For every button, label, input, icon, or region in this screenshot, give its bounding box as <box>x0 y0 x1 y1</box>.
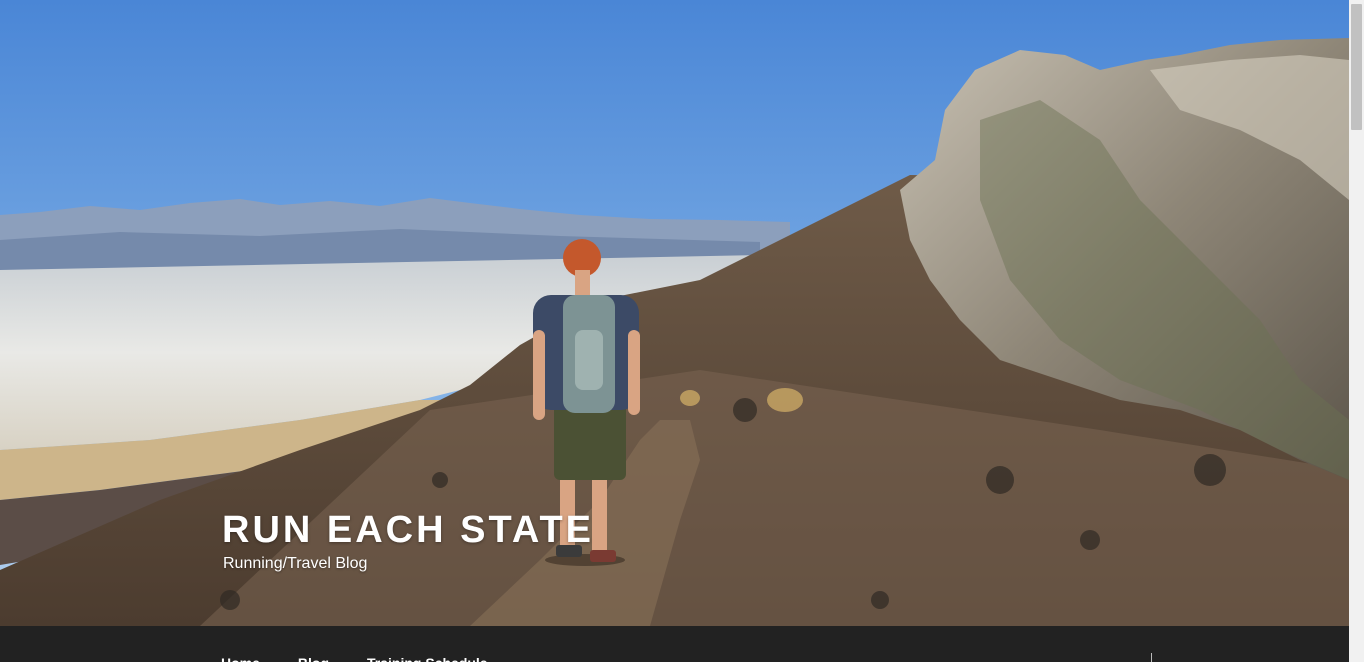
page: RUN EACH STATE Running/Travel Blog Home … <box>0 0 1364 662</box>
scroll-down-icon[interactable] <box>1151 653 1152 662</box>
site-header: RUN EACH STATE Running/Travel Blog <box>0 0 1349 626</box>
nav-menu: Home Blog Training Schedule <box>221 653 526 662</box>
scrollbar-thumb[interactable] <box>1351 4 1362 130</box>
site-title[interactable]: RUN EACH STATE <box>222 508 594 552</box>
nav-item-training-schedule: Training Schedule <box>367 653 526 662</box>
header-image <box>0 0 1349 626</box>
nav-item-blog: Blog <box>298 653 367 662</box>
nav-link-training-schedule[interactable]: Training Schedule <box>367 653 526 662</box>
nav-link-home[interactable]: Home <box>221 653 298 662</box>
nav-link-blog[interactable]: Blog <box>298 653 367 662</box>
nav-item-home: Home <box>221 653 298 662</box>
site-branding: RUN EACH STATE Running/Travel Blog <box>222 508 594 574</box>
page-scrollbar[interactable] <box>1349 0 1364 662</box>
site-description: Running/Travel Blog <box>223 555 368 572</box>
main-navigation: Home Blog Training Schedule <box>0 626 1349 662</box>
